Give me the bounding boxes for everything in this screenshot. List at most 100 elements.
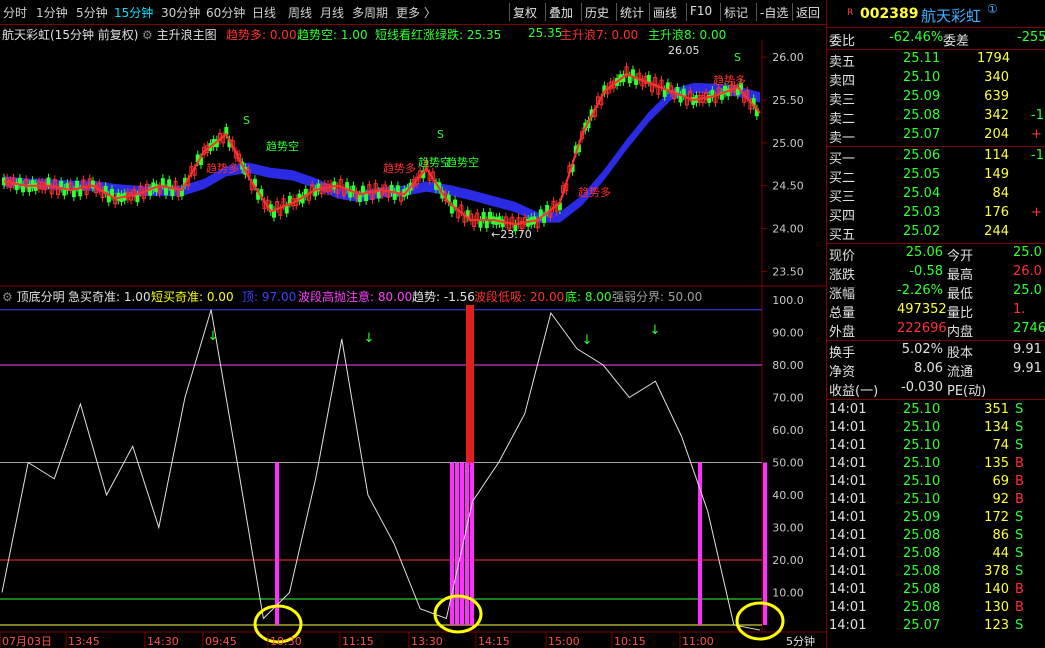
quote-cell: 25.05 bbox=[903, 167, 941, 182]
quote-cell: 342 bbox=[984, 108, 1009, 123]
main-y-tick: 25.00 bbox=[772, 137, 804, 150]
sub-chart-title: 顶底分明 bbox=[16, 290, 65, 304]
signal-bar bbox=[465, 462, 469, 625]
sub-param-1: 短买奇准: 0.00 bbox=[151, 290, 234, 304]
weibi-row: 委比 -62.46% 委差 -255 bbox=[827, 29, 1045, 49]
candle-body bbox=[287, 195, 292, 204]
quote-cell: 134 bbox=[984, 420, 1009, 435]
quote-cell: 1794 bbox=[977, 51, 1011, 66]
quote-cell: S bbox=[1015, 402, 1024, 417]
quote-panel: 委比 -62.46% 委差 -255 卖五 25.11 1794 卖四 25.10 340 卖三 25… bbox=[827, 29, 1045, 648]
main-param-1: 趋势空: 1.00 bbox=[297, 28, 368, 42]
trend-annotation: 趋势多 bbox=[383, 161, 416, 175]
bid-row: 买四 25.03 176 + bbox=[827, 204, 1045, 224]
sub-y-tick: 50.00 bbox=[772, 457, 804, 470]
quote-cell: 25.04 bbox=[903, 186, 941, 201]
sub-y-tick: 80.00 bbox=[772, 359, 804, 372]
quote-cell: 涨幅 bbox=[829, 287, 856, 302]
quote-cell: 25.10 bbox=[903, 492, 941, 507]
main-param-0: 趋势多: 0.00 bbox=[226, 28, 297, 42]
quote-cell: 69 bbox=[992, 474, 1009, 489]
sub-y-tick: 70.00 bbox=[772, 392, 804, 405]
quote-cell: 收益(一) bbox=[829, 384, 879, 399]
bid-row: 买三 25.04 84 bbox=[827, 185, 1045, 205]
quote-cell: 流通 bbox=[947, 365, 974, 380]
quote-cell: 44 bbox=[992, 546, 1009, 561]
quote-cell: 14:01 bbox=[829, 438, 867, 453]
time-axis-label: 11:15 bbox=[342, 635, 374, 648]
quote-cell: 25.08 bbox=[903, 108, 941, 123]
candle-body bbox=[170, 188, 175, 197]
quote-cell: 换手 bbox=[829, 346, 856, 361]
trend-annotation: S bbox=[437, 128, 444, 141]
quote-cell: 114 bbox=[984, 148, 1009, 163]
sell-arrow-icon: ↓ bbox=[208, 329, 219, 344]
sub-param-3: 波段高抛注意: 80.00 bbox=[298, 290, 413, 304]
candle-body bbox=[376, 190, 381, 199]
candle-body bbox=[484, 220, 489, 229]
quote-cell: 14:01 bbox=[829, 564, 867, 579]
trend-annotation: 趋势多 bbox=[713, 73, 746, 87]
tick-row: 14:01 25.09 172 S bbox=[827, 509, 1045, 528]
sub-y-tick: 100.0 bbox=[772, 294, 804, 307]
main-param-3: 25.35 bbox=[528, 26, 563, 40]
quote-cell: B bbox=[1015, 582, 1024, 597]
quote-cell: + bbox=[1031, 127, 1042, 142]
indicator-selector[interactable]: ⚙ 主升浪主图 bbox=[142, 26, 217, 43]
signal-bar bbox=[275, 462, 279, 625]
candle-body bbox=[478, 219, 483, 228]
high-price-label: 26.05 bbox=[668, 44, 700, 57]
main-y-tick: 24.00 bbox=[772, 223, 804, 236]
tick-row: 14:01 25.08 378 S bbox=[827, 563, 1045, 582]
tick-row: 14:01 25.07 123 S bbox=[827, 617, 1045, 636]
quote-cell: 25.08 bbox=[903, 600, 941, 615]
settings-icon[interactable]: ⚙ bbox=[142, 28, 153, 42]
quote-cell: 9.91 bbox=[1013, 361, 1042, 376]
quote-cell: 86 bbox=[992, 528, 1009, 543]
quote-cell: S bbox=[1015, 528, 1024, 543]
quote-cell: 25.08 bbox=[903, 564, 941, 579]
quote-cell: 今开 bbox=[947, 249, 974, 264]
quote-cell: 最高 bbox=[947, 268, 974, 283]
settings-icon[interactable]: ⚙ bbox=[2, 290, 13, 304]
kline-chart-area[interactable]: 26.00 25.50 25.00 24.50 24.00 23.50 26.05 ←23.7… bbox=[0, 0, 826, 648]
quote-cell: 27469 bbox=[1013, 321, 1045, 336]
quote-cell: 25.0 bbox=[1013, 245, 1042, 260]
signal-bar-red bbox=[466, 305, 474, 465]
quote-cell: 74 bbox=[992, 438, 1009, 453]
sub-y-tick: 40.00 bbox=[772, 489, 804, 502]
quote-cell: 卖一 bbox=[829, 131, 856, 146]
candle-body bbox=[71, 189, 76, 198]
quote-cell: 92 bbox=[992, 492, 1009, 507]
quote-cell: 25.10 bbox=[903, 438, 941, 453]
candle-body bbox=[75, 180, 80, 189]
quote-cell: 最低 bbox=[947, 287, 974, 302]
tick-row: 14:01 25.10 74 S bbox=[827, 437, 1045, 456]
main-y-tick: 25.50 bbox=[772, 94, 804, 107]
candle-body bbox=[167, 179, 172, 188]
candle-body bbox=[662, 89, 667, 97]
signal-bar bbox=[763, 462, 767, 625]
quote-cell: B bbox=[1015, 492, 1024, 507]
ask-row: 卖三 25.09 639 bbox=[827, 88, 1045, 108]
quote-cell: 25.06 bbox=[903, 148, 941, 163]
sub-chart-header[interactable]: ⚙ 顶底分明 bbox=[2, 288, 65, 305]
stat-row: 涨幅 -2.26% 最低 25.0 bbox=[827, 282, 1045, 302]
quote-cell: -1 bbox=[1031, 148, 1044, 163]
time-axis-label: 07月03日 bbox=[2, 635, 52, 648]
tick-row: 14:01 25.10 92 B bbox=[827, 491, 1045, 510]
main-y-tick: 24.50 bbox=[772, 180, 804, 193]
quote-cell: 外盘 bbox=[829, 325, 856, 340]
quote-cell: 222696 bbox=[897, 321, 947, 336]
quote-cell: 买三 bbox=[829, 190, 856, 205]
quote-cell: 25.10 bbox=[903, 70, 941, 85]
time-axis-label: 13:45 bbox=[68, 635, 100, 648]
ask-row: 卖四 25.10 340 bbox=[827, 69, 1045, 89]
quote-cell: 内盘 bbox=[947, 325, 974, 340]
time-axis-label: 14:30 bbox=[147, 635, 179, 648]
candle-body bbox=[357, 194, 362, 203]
quote-cell: 130 bbox=[984, 600, 1009, 615]
stat-row: 外盘 222696内盘 27469 bbox=[827, 320, 1045, 340]
sub-y-tick: 90.00 bbox=[772, 327, 804, 340]
quote-cell: 委比 bbox=[829, 34, 856, 49]
